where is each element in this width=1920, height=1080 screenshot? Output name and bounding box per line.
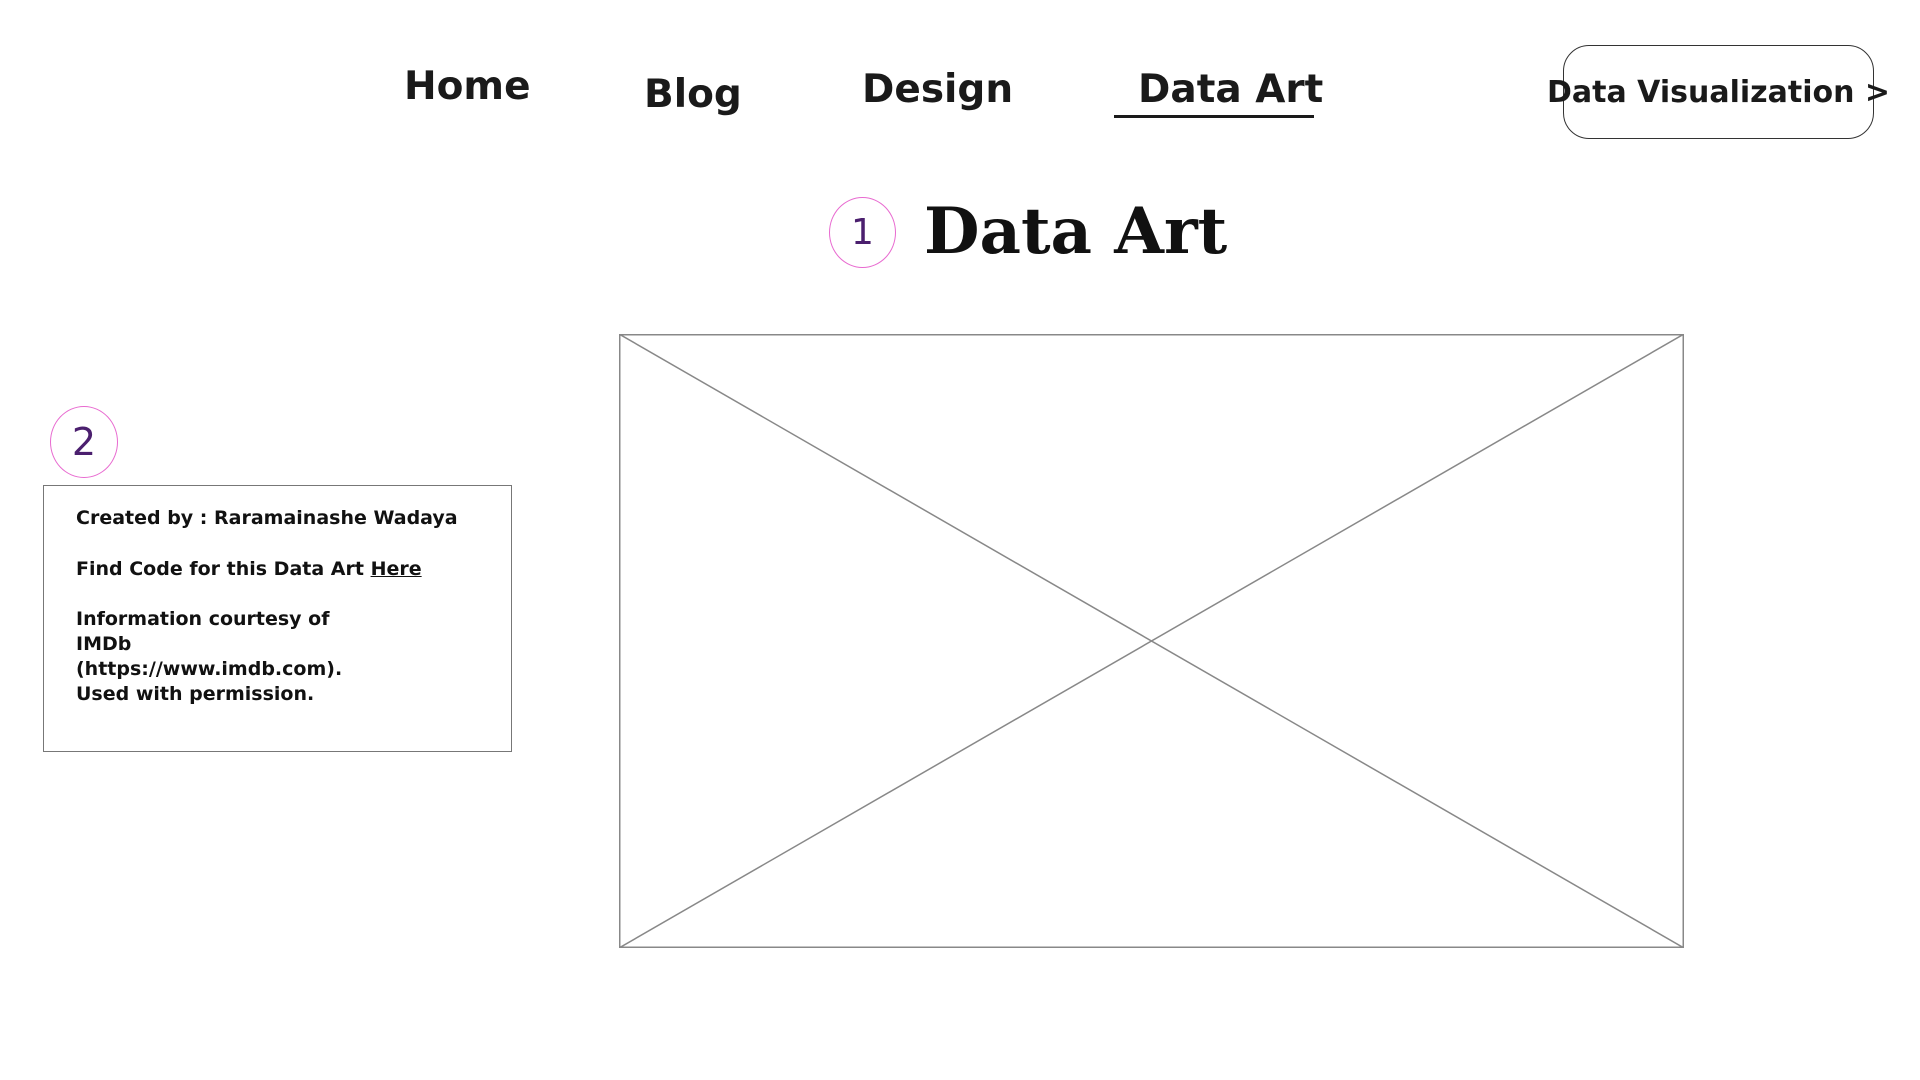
source-line-4: Used with permission. (76, 683, 315, 705)
page-title: Data Art (924, 194, 1228, 269)
find-code-text: Find Code for this Data Art (76, 558, 364, 580)
active-nav-underline (1114, 115, 1314, 118)
annotation-marker-1: 1 (829, 197, 896, 268)
nav-design-link[interactable]: Design (862, 70, 1013, 109)
source-line-1: Information courtesy of (76, 608, 330, 630)
data-visualization-button[interactable]: Data Visualization > (1547, 45, 1890, 139)
nav-blog-link[interactable]: Blog (644, 75, 742, 114)
annotation-marker-2: 2 (50, 406, 118, 478)
created-by-text: Created by : Raramainashe Wadaya (76, 507, 458, 529)
image-placeholder (619, 334, 1684, 948)
find-code-line: Find Code for this Data Art Here (76, 557, 422, 582)
source-line-3: (https://www.imdb.com). (76, 658, 343, 680)
nav-home-link[interactable]: Home (404, 67, 531, 106)
nav-data-art-link[interactable]: Data Art (1138, 70, 1323, 109)
source-line-2: IMDb (76, 633, 132, 655)
find-code-here-link[interactable]: Here (371, 558, 422, 580)
credits-panel: Created by : Raramainashe Wadaya Find Co… (43, 485, 512, 752)
